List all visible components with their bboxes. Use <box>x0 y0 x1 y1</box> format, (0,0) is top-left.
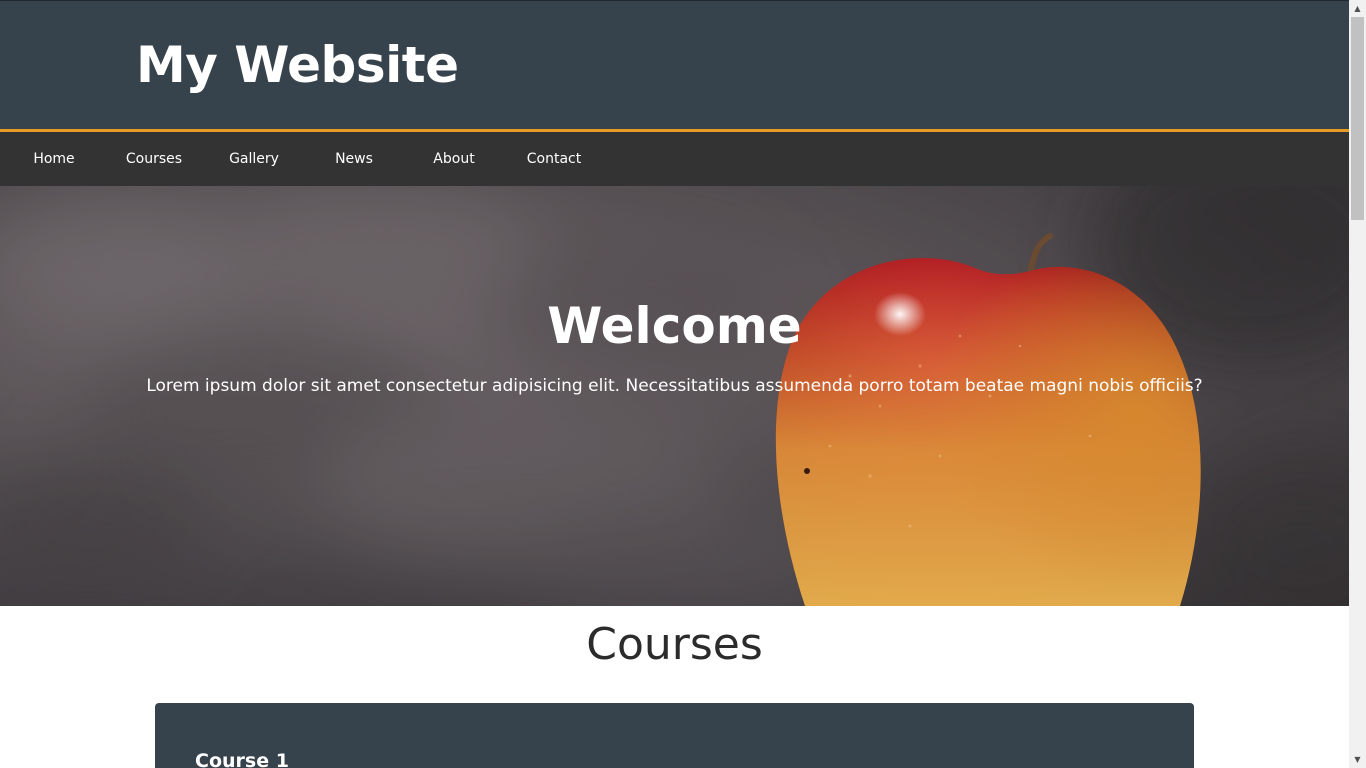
scrollbar-thumb[interactable] <box>1351 17 1364 220</box>
page: My Website Home Courses Gallery News Abo… <box>0 0 1349 768</box>
site-title[interactable]: My Website <box>136 35 459 95</box>
main-nav: Home Courses Gallery News About Contact <box>0 132 1349 186</box>
site-header: My Website <box>0 1 1349 129</box>
hero-banner: Welcome Lorem ipsum dolor sit amet conse… <box>0 186 1349 606</box>
nav-item-gallery[interactable]: Gallery <box>204 132 304 186</box>
arrow-down-icon[interactable]: ▼ <box>1349 751 1366 768</box>
nav-item-news[interactable]: News <box>304 132 404 186</box>
nav-item-home[interactable]: Home <box>4 132 104 186</box>
hero-heading: Welcome <box>547 297 802 355</box>
vertical-scrollbar[interactable]: ▲ ▼ <box>1349 0 1366 768</box>
arrow-up-icon[interactable]: ▲ <box>1349 0 1366 17</box>
nav-item-contact[interactable]: Contact <box>504 132 604 186</box>
nav-item-courses[interactable]: Courses <box>104 132 204 186</box>
nav-item-about[interactable]: About <box>404 132 504 186</box>
courses-heading: Courses <box>586 619 763 670</box>
apple-image <box>775 233 1201 606</box>
course-title: Course 1 <box>195 750 289 768</box>
course-card[interactable]: Course 1 <box>155 703 1194 768</box>
hero-text: Lorem ipsum dolor sit amet consectetur a… <box>146 376 1203 396</box>
